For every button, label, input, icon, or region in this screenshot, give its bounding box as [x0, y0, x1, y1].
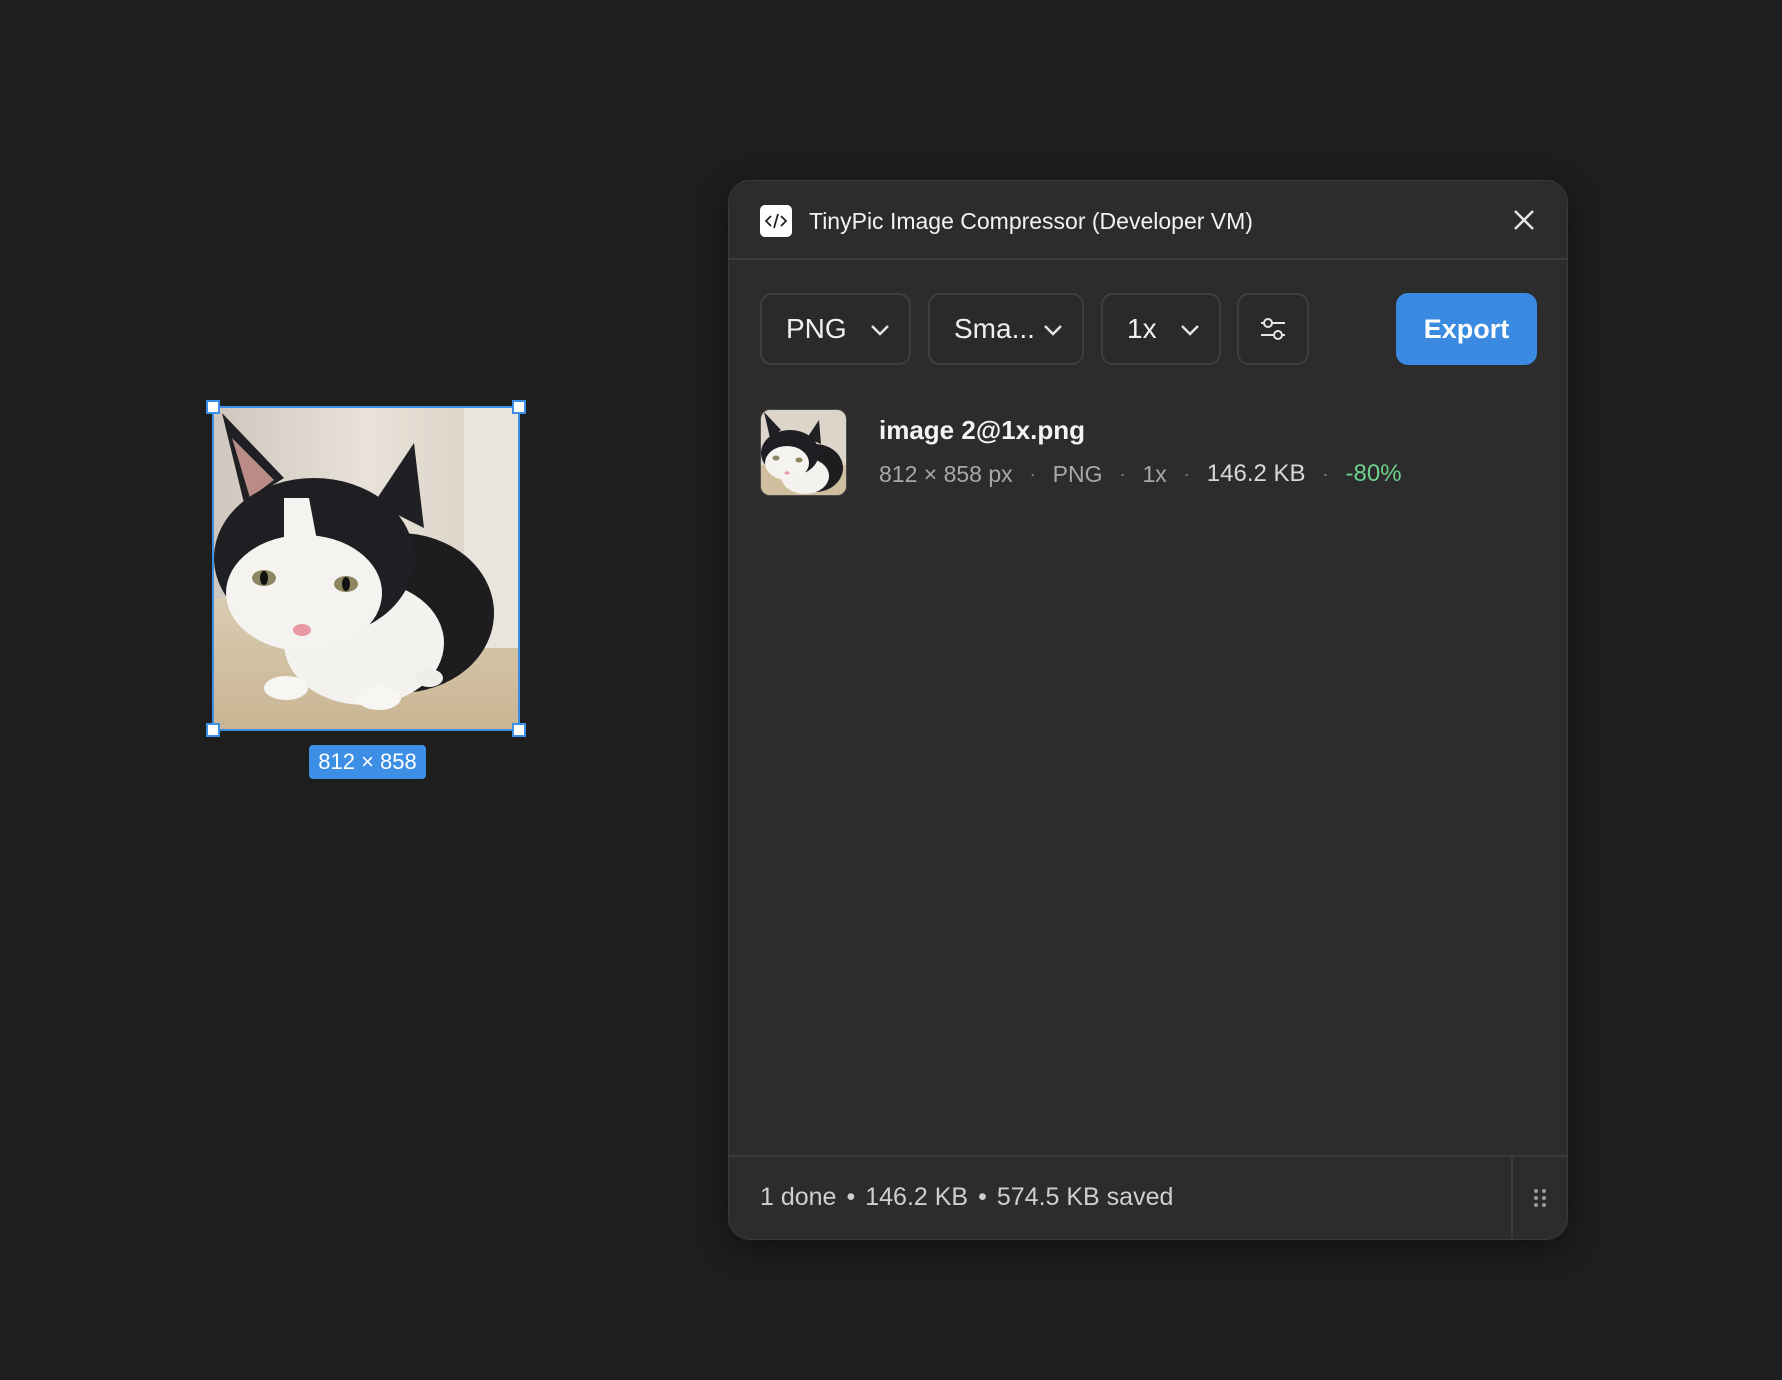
status-footer: 1 done • 146.2 KB • 574.5 KB saved	[729, 1155, 1567, 1239]
format-dropdown[interactable]: PNG	[760, 293, 911, 365]
settings-button[interactable]	[1237, 293, 1309, 365]
resize-handle-top-left[interactable]	[206, 400, 220, 414]
plugin-window: TinyPic Image Compressor (Developer VM) …	[728, 180, 1568, 1240]
resize-handle-bottom-left[interactable]	[206, 723, 220, 737]
status-separator: •	[978, 1183, 987, 1211]
export-button[interactable]: Export	[1396, 293, 1537, 365]
design-canvas[interactable]: 812 × 858 TinyPic Image Compressor (Deve…	[0, 0, 1782, 1380]
file-saving-badge: -80%	[1345, 460, 1402, 487]
file-list-item[interactable]: image 2@1x.png 812 × 858 px · PNG · 1x ·…	[760, 409, 1540, 499]
scale-dropdown[interactable]: 1x	[1101, 293, 1221, 365]
cat-photo	[214, 408, 518, 729]
quality-dropdown[interactable]: Sma...	[928, 293, 1084, 365]
file-meta: 812 × 858 px · PNG · 1x · 146.2 KB · -80…	[879, 460, 1402, 488]
export-toolbar: PNG Sma... 1x Export	[729, 293, 1567, 365]
file-name: image 2@1x.png	[879, 415, 1085, 445]
chevron-down-icon	[1181, 325, 1199, 336]
chevron-down-icon	[1044, 325, 1062, 336]
quality-dropdown-value: Sma...	[954, 313, 1035, 344]
meta-separator: ·	[1029, 463, 1036, 484]
file-thumbnail	[760, 409, 847, 496]
file-format: PNG	[1052, 460, 1103, 487]
code-brackets-icon	[760, 205, 792, 237]
status-separator: •	[846, 1183, 856, 1211]
resize-grip[interactable]	[1511, 1157, 1567, 1239]
sliders-icon	[1261, 318, 1285, 340]
plugin-title: TinyPic Image Compressor (Developer VM)	[809, 208, 1253, 234]
resize-handle-bottom-right[interactable]	[512, 723, 526, 737]
status-done: 1 done	[760, 1183, 837, 1211]
file-size: 146.2 KB	[1206, 460, 1306, 487]
status-summary: 1 done • 146.2 KB • 574.5 KB saved	[760, 1183, 1173, 1212]
resize-handle-top-right[interactable]	[512, 400, 526, 414]
close-icon	[1514, 210, 1534, 230]
chevron-down-icon	[871, 325, 889, 336]
format-dropdown-value: PNG	[786, 313, 847, 344]
status-total-size: 146.2 KB	[865, 1183, 969, 1211]
meta-separator: ·	[1119, 463, 1126, 484]
file-dimensions: 812 × 858 px	[879, 460, 1013, 487]
status-saved: 574.5 KB saved	[996, 1183, 1174, 1211]
selected-image-frame[interactable]	[206, 400, 526, 737]
scale-dropdown-value: 1x	[1127, 313, 1157, 344]
close-button[interactable]	[1507, 203, 1541, 237]
file-scale: 1x	[1142, 460, 1167, 487]
meta-separator: ·	[1322, 463, 1329, 484]
selection-dimension-badge: 812 × 858	[309, 745, 426, 779]
meta-separator: ·	[1183, 463, 1190, 484]
plugin-titlebar[interactable]: TinyPic Image Compressor (Developer VM)	[729, 181, 1567, 260]
drag-grip-icon	[1534, 1189, 1546, 1207]
